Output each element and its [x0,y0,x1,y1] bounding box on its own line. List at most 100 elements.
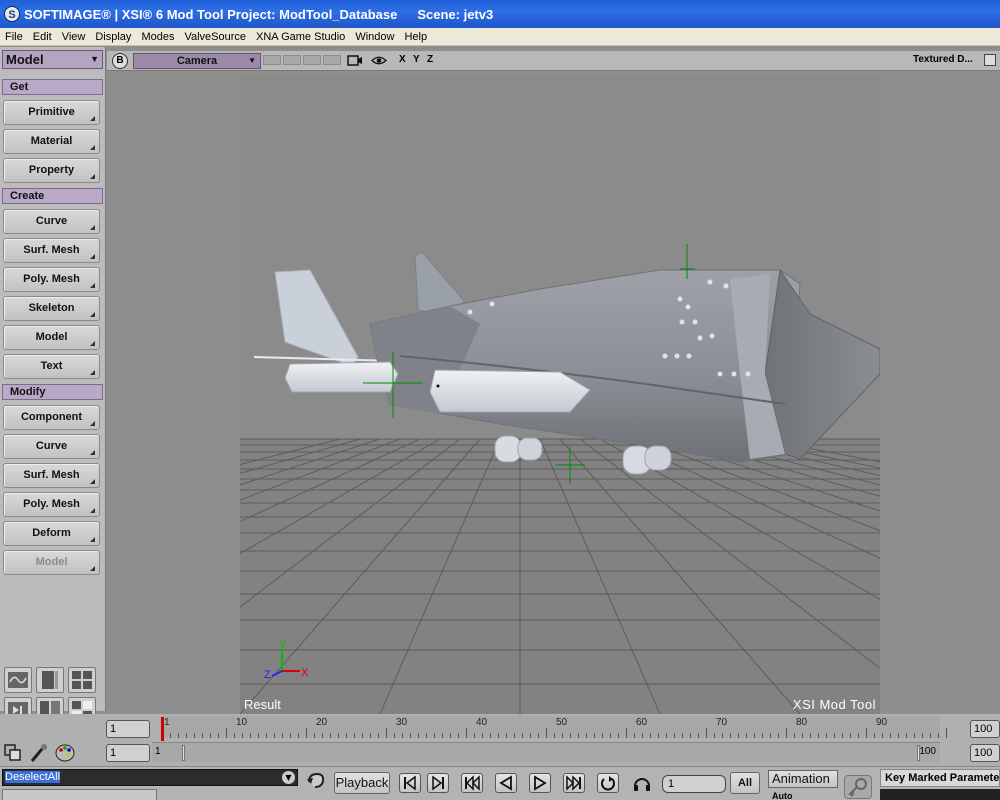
menu-file[interactable]: File [0,31,28,43]
axis-z-toggle[interactable]: Z [427,54,433,65]
memo-cam-slot-1[interactable] [263,55,281,65]
toolbar-mode-select[interactable]: Model ▼ [2,50,103,69]
create-text-button[interactable]: Text [3,354,100,379]
axis-y-toggle[interactable]: Y [413,54,420,65]
timeline-start-field[interactable]: 1 [106,720,150,738]
section-modify[interactable]: Modify [2,384,103,400]
viewport-a[interactable]: Y Z X Result XSI Mod Tool [240,74,880,714]
menu-help[interactable]: Help [399,31,432,43]
create-surf-mesh-button[interactable]: Surf. Mesh [3,238,100,263]
button-label: Surf. Mesh [23,469,80,481]
audio-button[interactable] [631,773,653,793]
key-icon[interactable] [844,775,872,799]
timeline-end-field[interactable]: 100 [970,720,1000,738]
undo-icon[interactable] [304,770,328,792]
timeline-tick [482,733,483,738]
timeline-tick [858,733,859,738]
landing-gear-front-right [644,445,672,471]
section-get[interactable]: Get [2,79,103,95]
memo-cam-slot-2[interactable] [283,55,301,65]
range-handle-left[interactable] [182,745,185,761]
camera-icon[interactable] [347,54,363,67]
menu-valvesource[interactable]: ValveSource [179,31,251,43]
auto-key-toggle[interactable]: Auto [772,791,793,800]
script-history-dropdown-icon[interactable]: ▼ [282,771,295,784]
modify-poly-mesh-button[interactable]: Poly. Mesh [3,492,100,517]
timeline-tick [818,733,819,738]
animation-menu-button[interactable]: Animation [768,770,838,788]
xsi-mod-tool-watermark: XSI Mod Tool [792,697,876,712]
current-frame-field[interactable]: 1 [662,775,726,793]
menu-display[interactable]: Display [90,31,136,43]
script-editor-row[interactable] [2,789,157,800]
modify-surf-mesh-button[interactable]: Surf. Mesh [3,463,100,488]
softimage-logo-icon: S [4,6,20,22]
timeline-ruler[interactable]: 1 10 20 30 40 50 60 70 80 90 [160,716,947,738]
timeline-tick [170,733,171,738]
menu-xna-game-studio[interactable]: XNA Game Studio [251,31,350,43]
layout-single-icon[interactable] [36,667,64,693]
key-marked-parameters-button[interactable]: Key Marked Parameters [880,769,1000,787]
camera-select[interactable]: Camera ▼ [133,53,261,69]
dropdown-arrow-icon: ▼ [248,56,256,65]
next-frame-button[interactable] [427,773,449,793]
axis-y-label: Y [279,639,287,651]
timeline-global-end-field[interactable]: 100 [970,744,1000,762]
timeline-tick [530,733,531,738]
timeline-tick [450,733,451,738]
play-forward-button[interactable] [529,773,551,793]
modify-curve-button[interactable]: Curve [3,434,100,459]
menu-edit[interactable]: Edit [28,31,57,43]
menu-view[interactable]: View [57,31,91,43]
playback-menu-button[interactable]: Playback [334,772,390,794]
menu-arrow-icon [90,450,95,455]
modify-component-button[interactable]: Component [3,405,100,430]
get-property-button[interactable]: Property [3,158,100,183]
button-label: Material [30,135,73,147]
axis-x-toggle[interactable]: X [399,54,406,65]
forward-to-end-icon [566,775,581,791]
layout-fcurve-icon[interactable] [4,667,32,693]
modify-deform-button[interactable]: Deform [3,521,100,546]
select-tool-icon[interactable] [2,742,24,764]
viewport-letter-button[interactable]: B [112,53,128,69]
section-create[interactable]: Create [2,188,103,204]
timeline-tick [714,733,715,738]
create-model-button[interactable]: Model [3,325,100,350]
timeline-range-slider[interactable]: 1 100 [152,742,940,762]
create-poly-mesh-button[interactable]: Poly. Mesh [3,267,100,292]
eye-icon[interactable] [371,54,387,67]
tick-label: 70 [716,717,728,728]
timeline-tick [922,733,923,738]
palette-icon[interactable] [54,742,76,764]
menu-modes[interactable]: Modes [136,31,179,43]
timeline: 1 1 1 10 20 30 40 50 60 70 80 90 100 1 1… [0,714,1000,766]
memo-cam-slot-4[interactable] [323,55,341,65]
layout-quad-icon[interactable] [68,667,96,693]
key-status-bar [880,789,1000,800]
go-to-start-button[interactable] [461,773,483,793]
go-to-end-button[interactable] [563,773,585,793]
timeline-playhead[interactable] [161,717,164,741]
loop-button[interactable] [597,773,619,793]
loop-icon [601,776,615,791]
play-backward-button[interactable] [495,773,517,793]
script-command-line[interactable]: DeselectAll [2,769,298,786]
memo-cam-slot-3[interactable] [303,55,321,65]
maximize-viewport-icon[interactable] [984,54,996,66]
all-frames-button[interactable]: All [730,772,760,794]
timeline-global-start-field[interactable]: 1 [106,744,150,762]
button-label: Model [35,556,68,568]
button-label: Model [35,331,68,343]
menu-window[interactable]: Window [350,31,399,43]
create-curve-button[interactable]: Curve [3,209,100,234]
previous-frame-button[interactable] [399,773,421,793]
get-material-button[interactable]: Material [3,129,100,154]
modify-model-button[interactable]: Model [3,550,100,575]
create-skeleton-button[interactable]: Skeleton [3,296,100,321]
window-title: SOFTIMAGE® | XSI® 6 Mod Tool Project: Mo… [24,6,398,22]
brush-tool-icon[interactable] [28,742,50,764]
get-primitive-button[interactable]: Primitive [3,100,100,125]
timeline-tick [410,733,411,738]
display-mode-menu[interactable]: Textured D... [913,54,973,65]
